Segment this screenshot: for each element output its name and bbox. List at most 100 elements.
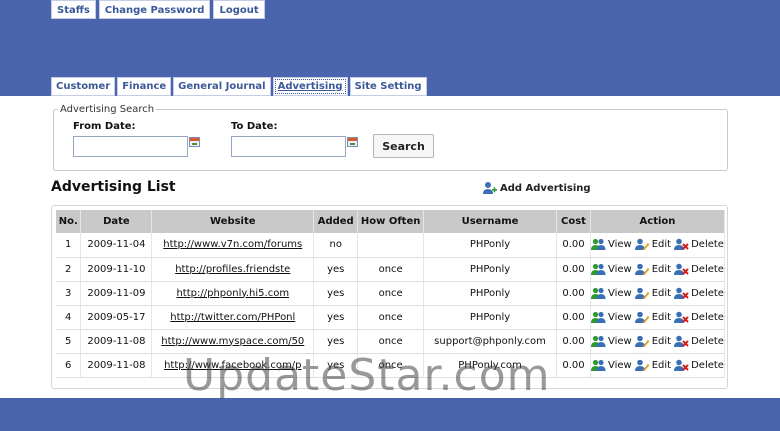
delete-user-icon: [674, 263, 689, 275]
website-link[interactable]: http://twitter.com/PHPonl: [170, 312, 295, 323]
edit-button[interactable]: Edit: [634, 311, 671, 324]
delete-label: Delete: [691, 287, 724, 299]
delete-button[interactable]: Delete: [674, 287, 724, 300]
delete-button[interactable]: Delete: [674, 359, 724, 372]
view-button[interactable]: View: [590, 287, 632, 300]
edit-label: Edit: [651, 359, 672, 371]
edit-button[interactable]: Edit: [634, 263, 672, 276]
logout-button[interactable]: Logout: [213, 0, 265, 19]
cell-added: yes: [313, 281, 359, 306]
calendar-icon[interactable]: [347, 137, 358, 147]
website-link[interactable]: http://www.v7n.com/forums: [163, 239, 302, 250]
delete-user-icon: [674, 287, 689, 299]
cell-cost: 0.00: [556, 305, 591, 330]
delete-label: Delete: [691, 335, 724, 347]
footer-bar: [0, 398, 780, 431]
cell-action: View Edit Delete: [590, 305, 726, 330]
cell-action: View Edit Delete: [590, 233, 726, 258]
edit-user-icon: [634, 263, 650, 275]
delete-button[interactable]: Delete: [674, 311, 724, 324]
view-label: View: [607, 263, 632, 275]
change-password-button[interactable]: Change Password: [98, 0, 211, 19]
column-header: Website: [151, 210, 315, 233]
cell-date: 2009-11-08: [80, 353, 153, 378]
cell-cost: 0.00: [556, 281, 591, 306]
tab-finance[interactable]: Finance: [117, 77, 172, 96]
tab-site-setting[interactable]: Site Setting: [349, 77, 427, 96]
staffs-button[interactable]: Staffs: [51, 0, 96, 19]
view-button[interactable]: View: [590, 238, 632, 251]
search-legend: Advertising Search: [58, 104, 157, 115]
table-header-row: No. Date Website Added How Often Usernam…: [56, 210, 726, 233]
cell-username: PHPonly: [423, 257, 557, 282]
view-button[interactable]: View: [590, 311, 632, 324]
tab-customer[interactable]: Customer: [51, 77, 116, 96]
add-advertising-link[interactable]: Add Advertising: [482, 181, 591, 195]
edit-user-icon: [634, 311, 650, 323]
view-button[interactable]: View: [590, 263, 632, 276]
table-row: 6 2009-11-08 http://www.facebook.com/p yes o…: [56, 353, 726, 378]
cell-how-often: [357, 233, 425, 258]
cell-website: http://www.facebook.com/p: [151, 353, 315, 378]
website-link[interactable]: http://profiles.friendste: [175, 264, 290, 275]
search-button[interactable]: Search: [373, 134, 434, 158]
calendar-icon[interactable]: [189, 137, 200, 147]
cell-how-often: once: [357, 353, 425, 378]
cell-date: 2009-11-09: [80, 281, 153, 306]
delete-button[interactable]: Delete: [674, 335, 724, 348]
cell-action: View Edit Delete: [590, 329, 726, 354]
tab-advertising[interactable]: Advertising: [272, 77, 348, 96]
from-date-input[interactable]: [73, 136, 188, 157]
edit-button[interactable]: Edit: [634, 359, 672, 372]
cell-website: http://twitter.com/PHPonl: [151, 305, 315, 330]
cell-how-often: once: [357, 329, 425, 354]
edit-button[interactable]: Edit: [634, 335, 671, 348]
edit-user-icon: [634, 287, 650, 299]
cell-username: PHPonly.com: [423, 353, 557, 378]
main-tabs: Customer Finance General Journal Adverti…: [51, 77, 427, 96]
cell-no: 3: [56, 281, 82, 306]
delete-user-icon: [674, 335, 689, 347]
view-user-icon: [590, 287, 606, 299]
cell-website: http://www.v7n.com/forums: [151, 233, 315, 258]
to-date-input[interactable]: [231, 136, 346, 157]
delete-button[interactable]: Delete: [674, 263, 724, 276]
cell-no: 4: [56, 305, 82, 330]
cell-cost: 0.00: [556, 257, 591, 282]
cell-added: yes: [313, 353, 359, 378]
header-bar: Staffs Change Password Logout Customer F…: [0, 0, 780, 96]
delete-button[interactable]: Delete: [674, 238, 724, 251]
cell-website: http://www.myspace.com/50: [151, 329, 315, 354]
edit-user-icon: [634, 238, 650, 251]
cell-cost: 0.00: [556, 233, 591, 258]
edit-label: Edit: [651, 263, 672, 275]
delete-label: Delete: [691, 263, 724, 275]
cell-no: 5: [56, 329, 82, 354]
tab-general-journal[interactable]: General Journal: [173, 77, 271, 96]
cell-added: no: [313, 233, 359, 258]
delete-label: Delete: [691, 359, 724, 371]
cell-username: PHPonly: [423, 281, 557, 306]
view-label: View: [607, 335, 632, 347]
cell-username: PHPonly: [423, 305, 557, 330]
cell-no: 1: [56, 233, 82, 258]
add-user-icon: [483, 182, 497, 194]
view-label: View: [607, 359, 632, 371]
column-header: Added: [313, 210, 359, 233]
cell-username: support@phponly.com: [423, 329, 557, 354]
page-title: Advertising List: [51, 179, 176, 195]
website-link[interactable]: http://phponly.hi5.com: [176, 288, 289, 299]
top-nav: Staffs Change Password Logout: [51, 0, 265, 19]
cell-date: 2009-05-17: [80, 305, 153, 330]
edit-button[interactable]: Edit: [634, 238, 671, 251]
edit-button[interactable]: Edit: [634, 287, 671, 300]
cell-how-often: once: [357, 281, 425, 306]
view-button[interactable]: View: [590, 335, 632, 348]
cell-added: yes: [313, 305, 359, 330]
website-link[interactable]: http://www.facebook.com/p: [164, 360, 301, 371]
view-button[interactable]: View: [590, 359, 632, 372]
from-date-label: From Date:: [73, 121, 136, 132]
cell-how-often: once: [357, 257, 425, 282]
view-label: View: [607, 311, 632, 323]
website-link[interactable]: http://www.myspace.com/50: [161, 336, 304, 347]
